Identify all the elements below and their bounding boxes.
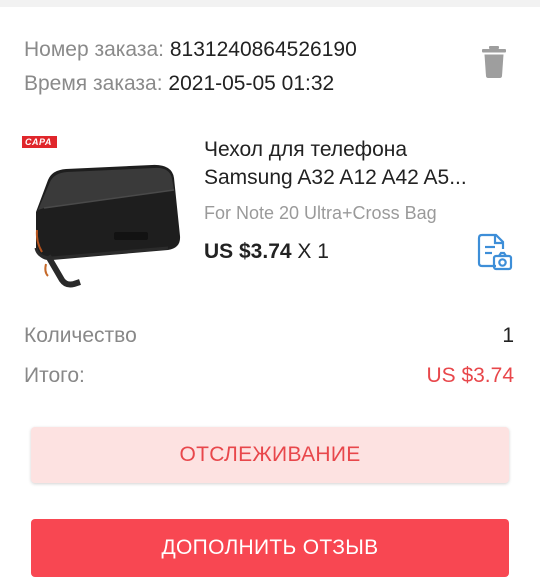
- add-review-button[interactable]: ДОПОЛНИТЬ ОТЗЫВ: [31, 519, 509, 577]
- trash-icon[interactable]: [480, 45, 508, 79]
- quantity-label: Количество: [24, 324, 137, 347]
- order-time-label: Время заказа:: [24, 72, 163, 95]
- top-divider: [0, 0, 540, 7]
- product-variant: For Note 20 Ultra+Cross Bag: [204, 203, 437, 223]
- product-title-line2: Samsung A32 A12 A42 A5...: [204, 166, 467, 189]
- product-title-line1: Чехол для телефона: [204, 138, 408, 161]
- quantity-value: 1: [502, 324, 514, 347]
- order-number-row: Номер заказа: 8131240864526190: [24, 37, 357, 63]
- track-order-button[interactable]: ОТСЛЕЖИВАНИЕ: [31, 427, 509, 483]
- order-snapshot-icon[interactable]: [474, 232, 514, 272]
- order-card: Номер заказа: 8131240864526190 Время зак…: [0, 7, 540, 585]
- product-quantity-multiplier: X 1: [297, 240, 329, 263]
- total-label: Итого:: [24, 364, 85, 387]
- product-price: US $3.74: [204, 240, 292, 263]
- total-value: US $3.74: [426, 364, 514, 387]
- order-number-label: Номер заказа:: [24, 38, 165, 61]
- product-title[interactable]: Чехол для телефона Samsung A32 A12 A42 A…: [204, 136, 514, 192]
- product-image[interactable]: CAPA: [22, 130, 184, 292]
- product-badge: CAPA: [22, 136, 57, 148]
- order-number-value: 8131240864526190: [169, 38, 357, 61]
- order-time-row: Время заказа: 2021-05-05 01:32: [24, 71, 334, 97]
- product-price-row: US $3.74 X 1: [204, 240, 329, 264]
- order-time-value: 2021-05-05 01:32: [168, 72, 335, 95]
